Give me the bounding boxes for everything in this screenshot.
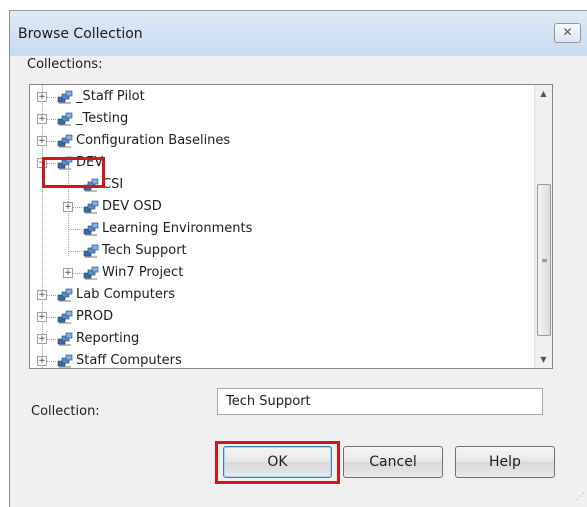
tree-item-label: Lab Computers: [76, 287, 175, 302]
tree-item[interactable]: + PROD: [30, 306, 530, 328]
title-bar[interactable]: Browse Collection ✕: [10, 11, 587, 56]
collection-icon: [57, 89, 73, 105]
tree-item[interactable]: + Lab Computers: [30, 284, 530, 306]
tree-item-label: Reporting: [76, 331, 140, 346]
tree-item-label: Configuration Baselines: [76, 133, 231, 148]
collection-label: Collection:: [31, 404, 100, 419]
tree-viewport: + _Staff Pilot + _Testing + Configuration Bas…: [30, 85, 534, 368]
cancel-button[interactable]: Cancel: [343, 446, 443, 478]
tree-item[interactable]: + Configuration Baselines: [30, 130, 530, 152]
collections-tree[interactable]: + _Staff Pilot + _Testing + Configuration Bas…: [29, 84, 553, 369]
tree-item-label: Win7 Project: [102, 265, 184, 280]
collection-icon: [83, 243, 99, 259]
help-button[interactable]: Help: [455, 446, 555, 478]
tree-item[interactable]: + Win7 Project: [30, 262, 530, 284]
tree-item-label: Learning Environments: [102, 221, 253, 236]
tree-item-label: DEV OSD: [102, 199, 162, 214]
dev-highlight-box: [42, 157, 105, 188]
tree-vertical-scrollbar[interactable]: ▲ ≡ ▼: [534, 85, 552, 368]
tree-item-label: PROD: [76, 309, 114, 324]
expand-icon[interactable]: +: [37, 92, 47, 102]
tree-item[interactable]: + Reporting: [30, 328, 530, 350]
collection-icon: [57, 309, 73, 325]
tree-item[interactable]: Learning Environments: [30, 218, 530, 240]
tree-item[interactable]: + _Testing: [30, 108, 530, 130]
expand-icon[interactable]: +: [37, 312, 47, 322]
tree-item-label: Staff Computers: [76, 353, 182, 368]
collection-icon: [57, 353, 73, 368]
tree-item[interactable]: CSI: [30, 174, 530, 196]
scroll-grip-icon: ≡: [541, 256, 548, 265]
collection-icon: [57, 287, 73, 303]
tree-item[interactable]: + DEV OSD: [30, 196, 530, 218]
collection-field[interactable]: Tech Support: [217, 388, 543, 415]
tree-item[interactable]: Tech Support: [30, 240, 530, 262]
collection-icon: [83, 265, 99, 281]
tree-item[interactable]: + Staff Computers: [30, 350, 530, 368]
tree-item[interactable]: + _Staff Pilot: [30, 86, 530, 108]
window-title: Browse Collection: [18, 26, 143, 42]
resize-grip-icon[interactable]: ⋰: [576, 492, 585, 502]
scroll-up-arrow[interactable]: ▲: [535, 85, 552, 102]
collection-icon: [57, 111, 73, 127]
expand-icon[interactable]: +: [37, 136, 47, 146]
collections-label: Collections:: [27, 57, 103, 72]
tree-item-label: Tech Support: [102, 243, 187, 258]
expand-icon[interactable]: +: [63, 202, 73, 212]
close-button[interactable]: ✕: [554, 23, 581, 43]
collection-icon: [83, 199, 99, 215]
tree-item-label: _Testing: [76, 111, 129, 126]
ok-highlight-box: [215, 441, 340, 484]
collection-icon: [83, 221, 99, 237]
collection-icon: [57, 331, 73, 347]
expand-icon[interactable]: +: [37, 114, 47, 124]
expand-icon[interactable]: +: [63, 268, 73, 278]
tree-item[interactable]: − DEV: [30, 152, 530, 174]
expand-icon[interactable]: +: [37, 290, 47, 300]
tree-item-label: CSI: [102, 177, 124, 192]
tree-item-label: _Staff Pilot: [76, 89, 145, 104]
collection-icon: [57, 133, 73, 149]
close-icon: ✕: [562, 25, 573, 39]
expand-icon[interactable]: +: [37, 356, 47, 366]
scroll-thumb[interactable]: ≡: [537, 184, 551, 336]
scroll-down-arrow[interactable]: ▼: [535, 351, 552, 368]
expand-icon[interactable]: +: [37, 334, 47, 344]
